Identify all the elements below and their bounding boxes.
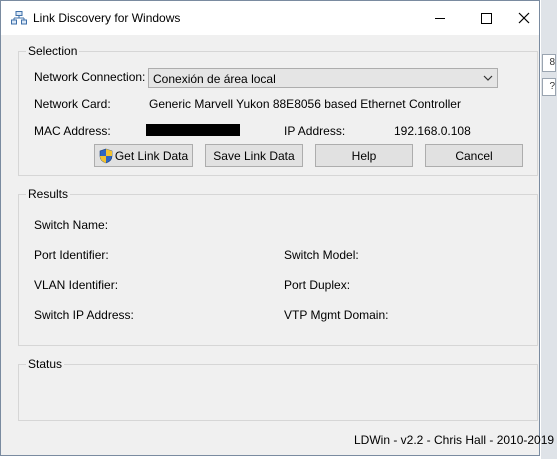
status-group-label: Status <box>26 357 65 371</box>
vtp-mgmt-domain-label: VTP Mgmt Domain: <box>284 308 389 322</box>
window-title: Link Discovery for Windows <box>33 11 181 25</box>
switch-model-label: Switch Model: <box>284 248 359 262</box>
cancel-button[interactable]: Cancel <box>425 144 523 167</box>
help-label: Help <box>351 148 377 163</box>
maximize-button[interactable] <box>463 1 509 35</box>
network-connection-dropdown[interactable]: Conexión de área local <box>148 68 498 88</box>
save-link-data-button[interactable]: Save Link Data <box>205 144 303 167</box>
port-duplex-label: Port Duplex: <box>284 278 351 292</box>
results-group: Results <box>18 187 538 346</box>
cancel-label: Cancel <box>455 148 493 163</box>
get-link-data-button[interactable]: Get Link Data <box>94 144 193 167</box>
network-connection-value: Conexión de área local <box>153 72 276 86</box>
ip-address-value: 192.168.0.108 <box>394 124 471 138</box>
maximize-icon <box>480 12 492 24</box>
ip-address-label: IP Address: <box>284 124 346 138</box>
get-link-data-label: Get Link Data <box>114 148 189 163</box>
status-group: Status <box>18 357 538 421</box>
title-bar[interactable]: Link Discovery for Windows <box>1 1 539 35</box>
background-window-strip: 8 ? <box>541 0 557 459</box>
switch-ip-address-label: Switch IP Address: <box>34 308 134 322</box>
save-link-data-label: Save Link Data <box>213 148 295 163</box>
network-card-value: Generic Marvell Yukon 88E8056 based Ethe… <box>149 97 461 111</box>
uac-shield-icon <box>99 148 113 163</box>
minimize-icon <box>435 17 445 19</box>
network-icon <box>11 11 27 25</box>
selection-group-label: Selection <box>26 44 80 58</box>
chevron-down-icon <box>483 75 493 81</box>
close-button[interactable] <box>509 1 539 35</box>
version-footer: LDWin - v2.2 - Chris Hall - 2010-2019 <box>354 433 555 447</box>
vlan-identifier-label: VLAN Identifier: <box>34 278 119 292</box>
app-window: Link Discovery for Windows Selection Net… <box>0 0 554 456</box>
background-fragment: ? <box>542 78 556 96</box>
minimize-button[interactable] <box>417 1 463 35</box>
mac-address-value-redacted <box>146 124 240 136</box>
port-identifier-label: Port Identifier: <box>34 248 109 262</box>
help-button[interactable]: Help <box>315 144 413 167</box>
background-fragment: 8 <box>542 54 556 72</box>
results-group-label: Results <box>26 187 71 201</box>
mac-address-label: MAC Address: <box>34 124 111 138</box>
close-icon <box>518 12 530 24</box>
switch-name-label: Switch Name: <box>34 218 109 232</box>
network-connection-label: Network Connection: <box>34 70 146 84</box>
network-card-label: Network Card: <box>34 97 111 111</box>
